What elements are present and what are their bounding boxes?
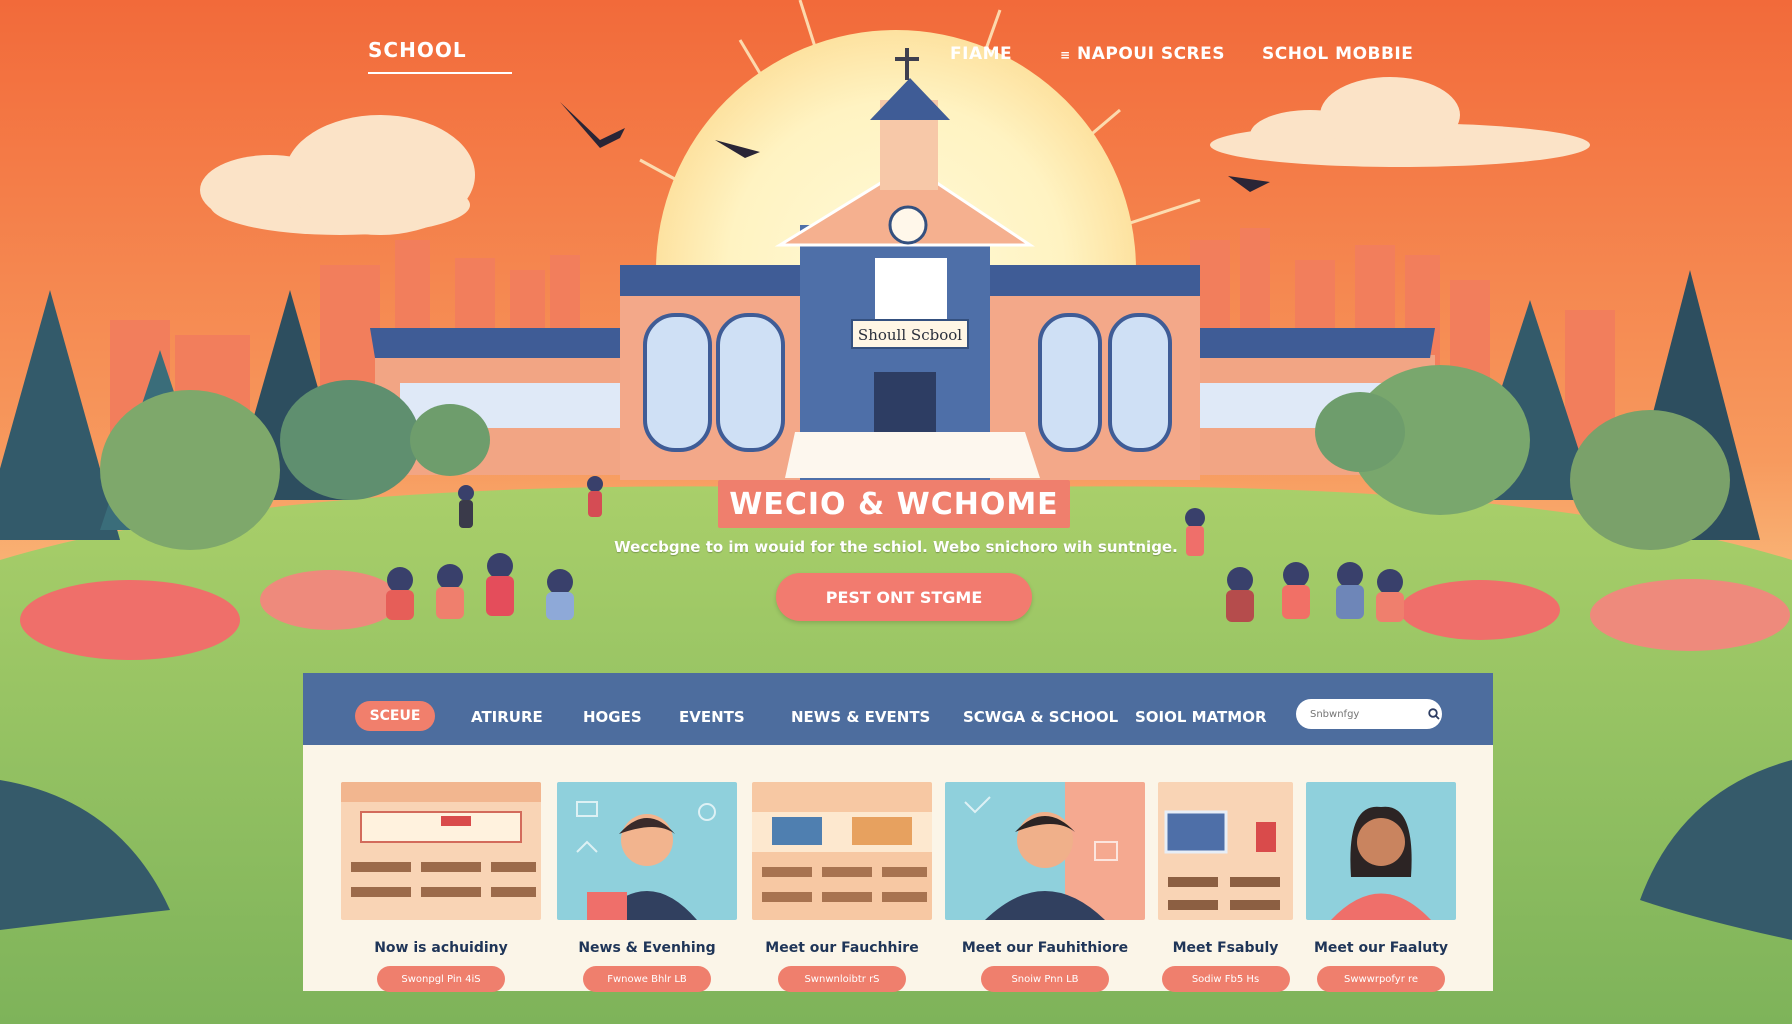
classroom-image: [341, 782, 541, 920]
hero-cta-button[interactable]: PEST ONT STGME: [776, 573, 1032, 621]
card-1-button[interactable]: Swonpgl Pin 4iS: [377, 966, 505, 992]
card-6-title: Meet our Faaluty: [1313, 940, 1449, 956]
header-link-1[interactable]: FIAME: [950, 44, 1012, 64]
header-link-3[interactable]: SCHOL MOBBIE: [1262, 44, 1413, 64]
card-5[interactable]: Meet Fsabuly Sodiw Fb5 Hs: [1158, 782, 1293, 992]
card-4-button[interactable]: Snoiw Pnn LB: [981, 966, 1109, 992]
nav-item-4[interactable]: NEWS & EVENTS: [791, 708, 930, 726]
card-2-title: News & Evenhing: [578, 940, 716, 956]
faculty-image: [1306, 782, 1456, 920]
card-4[interactable]: Meet our Fauhithiore Snoiw Pnn LB: [945, 782, 1145, 992]
search-box: [1296, 699, 1442, 729]
search-icon[interactable]: [1428, 708, 1440, 720]
menu-icon: ≡: [1060, 48, 1071, 62]
card-1[interactable]: Now is achuidiny Swonpgl Pin 4iS: [341, 782, 541, 992]
hero-title: WECIO & WCHOME: [718, 480, 1070, 528]
classroom-image: [1158, 782, 1293, 920]
nav-item-active[interactable]: SCEUE: [355, 701, 435, 731]
card-4-title: Meet our Fauhithiore: [961, 940, 1129, 956]
card-3-title: Meet our Fauchhire: [765, 940, 919, 956]
nav-item-3[interactable]: EVENTS: [679, 708, 745, 726]
card-6[interactable]: Meet our Faaluty Swwwrpofyr re: [1306, 782, 1456, 992]
card-5-title: Meet Fsabuly: [1172, 940, 1279, 956]
site-logo[interactable]: SCHOOL: [368, 38, 512, 74]
card-2-button[interactable]: Fwnowe Bhlr LB: [583, 966, 711, 992]
header-link-2[interactable]: ≡ NAPOUI SCRES: [1060, 44, 1225, 64]
teacher-image: [557, 782, 737, 920]
content-section: Now is achuidiny Swonpgl Pin 4iS News & …: [303, 745, 1493, 992]
main-nav: SCEUE ATIRURE HOGES EVENTS NEWS & EVENTS…: [303, 673, 1493, 745]
card-6-button[interactable]: Swwwrpofyr re: [1317, 966, 1445, 992]
teacher-image: [945, 782, 1145, 920]
hero-subtitle: Weccbgne to im wouid for the schiol. Web…: [614, 538, 1178, 556]
card-1-title: Now is achuidiny: [374, 940, 508, 956]
header-link-2-label: NAPOUI SCRES: [1076, 44, 1225, 64]
card-2[interactable]: News & Evenhing Fwnowe Bhlr LB: [557, 782, 737, 992]
nav-item-5[interactable]: SCWGA & SCHOOL: [963, 708, 1118, 726]
card-3-button[interactable]: Swnwnloibtr rS: [778, 966, 906, 992]
nav-item-1[interactable]: ATIRURE: [471, 708, 543, 726]
nav-item-6[interactable]: SOIOL MATMOR: [1135, 708, 1267, 726]
search-input[interactable]: [1308, 707, 1424, 721]
nav-item-2[interactable]: HOGES: [583, 708, 642, 726]
card-5-button[interactable]: Sodiw Fb5 Hs: [1161, 966, 1290, 992]
classroom-image: [752, 782, 932, 920]
building-sign: Shoull Scbool: [858, 326, 962, 344]
card-3[interactable]: Meet our Fauchhire Swnwnloibtr rS: [752, 782, 932, 992]
